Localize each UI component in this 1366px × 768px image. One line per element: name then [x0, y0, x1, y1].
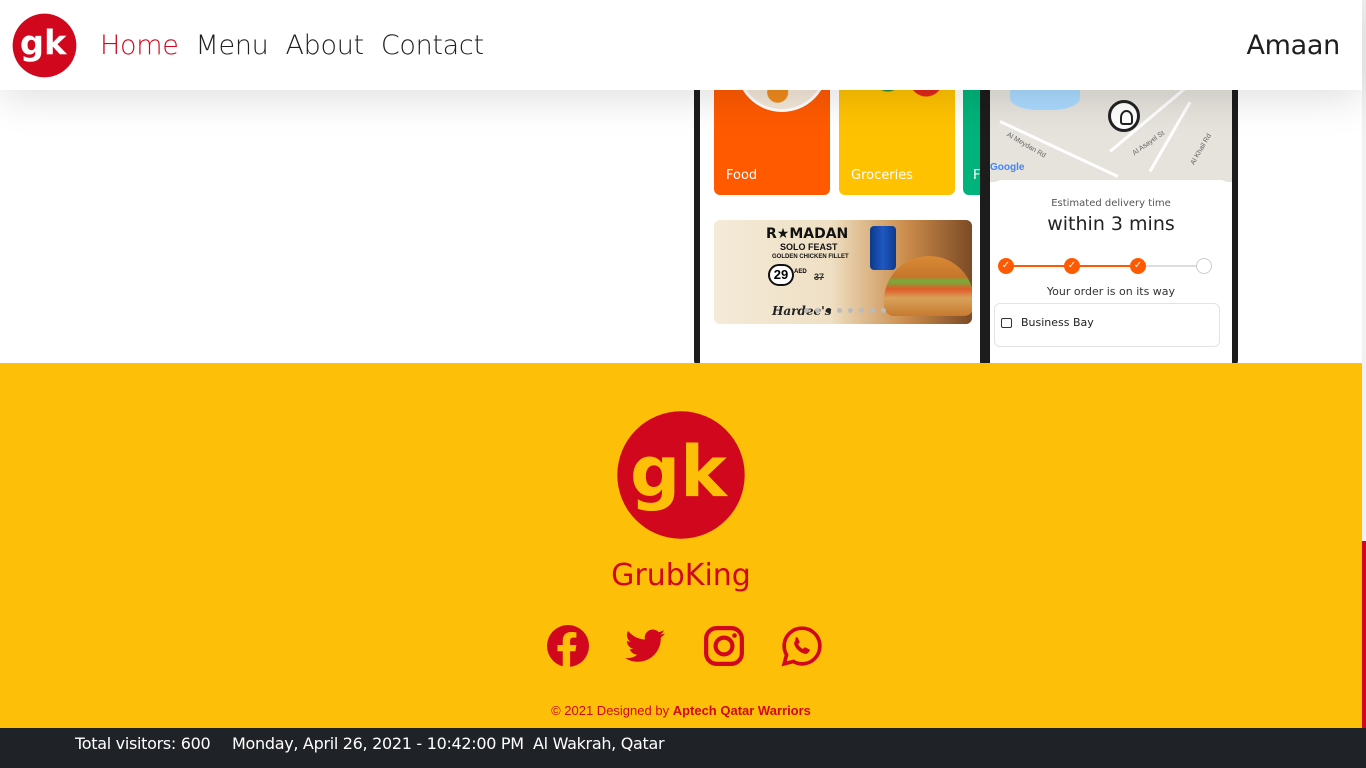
phone-mockup-home: Food Groceries F R★MADAN SOLO FEAST GOLD… — [694, 90, 986, 363]
grubking-logo[interactable]: gk — [12, 13, 77, 78]
progress-step-done-icon: ✓ — [1064, 258, 1080, 274]
nav-link-contact[interactable]: Contact — [381, 30, 484, 62]
tile-label-groceries: Groceries — [851, 168, 913, 183]
address-text: Business Bay — [1021, 316, 1094, 329]
status-bar: Total visitors: 600 Monday, April 26, 20… — [0, 728, 1366, 768]
category-tile-groceries: Groceries — [839, 90, 955, 195]
carousel-dot[interactable] — [859, 308, 864, 313]
facebook-icon[interactable] — [547, 625, 589, 667]
banner-price-unit: AED — [794, 269, 807, 275]
nav-links: Home Menu About Contact — [100, 30, 484, 62]
nav-link-home[interactable]: Home — [100, 30, 179, 62]
order-status: Your order is on its way — [1046, 285, 1176, 298]
carousel-dot[interactable] — [804, 308, 809, 313]
footer: gk GrubKing © 2021 Designed by Aptech Qa… — [0, 363, 1362, 728]
map-pin-icon — [1108, 100, 1140, 132]
carousel-dot[interactable] — [870, 308, 875, 313]
carousel-dot-active[interactable] — [826, 308, 831, 313]
progress-step-done-icon: ✓ — [1130, 258, 1146, 274]
map-label: Al Khail Rd — [1189, 132, 1214, 167]
banner-subtitle: SOLO FEAST — [780, 242, 838, 252]
instagram-icon[interactable] — [703, 625, 745, 667]
delivery-map: Al Meydan Rd Al Asayel St Al Khail Rd Go… — [990, 90, 1232, 182]
food-bowl-image — [736, 90, 828, 112]
category-tile-food: Food — [714, 90, 830, 195]
svg-text:gk: gk — [630, 431, 729, 513]
carousel-dot[interactable] — [837, 308, 842, 313]
twitter-icon[interactable] — [625, 625, 667, 667]
carousel-dot[interactable] — [881, 308, 886, 313]
estimate-label: Estimated delivery time — [1051, 198, 1171, 209]
banner-title: R★MADAN — [766, 226, 849, 242]
social-links — [547, 625, 823, 667]
copyright-prefix: © 2021 Designed by — [551, 703, 673, 718]
soda-can-image — [870, 226, 896, 270]
progress-line-pending — [1138, 265, 1204, 267]
category-tile-third: F — [963, 90, 980, 195]
carousel-dots — [804, 308, 886, 313]
phone-screen-tracking: Al Meydan Rd Al Asayel St Al Khail Rd Go… — [990, 90, 1232, 363]
burger-image — [884, 256, 972, 316]
scrollbar-thumb[interactable] — [1362, 541, 1366, 728]
current-datetime: Monday, April 26, 2021 - 10:42:00 PM — [232, 734, 524, 753]
hero-section: Food Groceries F R★MADAN SOLO FEAST GOLD… — [0, 90, 1362, 363]
calendar-icon — [1001, 318, 1012, 328]
estimate-value: within 3 mins — [1047, 213, 1175, 235]
whatsapp-icon[interactable] — [781, 625, 823, 667]
svg-text:gk: gk — [20, 24, 68, 63]
nav-link-menu[interactable]: Menu — [196, 30, 269, 62]
progress-step-done-icon: ✓ — [998, 258, 1014, 274]
current-location: Al Wakrah, Qatar — [533, 734, 665, 753]
banner-old-price: 37 — [814, 272, 825, 282]
carousel-dot[interactable] — [848, 308, 853, 313]
copyright-team-link[interactable]: Aptech Qatar Warriors — [673, 703, 811, 718]
phone-mockup-tracking: Al Meydan Rd Al Asayel St Al Khail Rd Go… — [984, 90, 1238, 363]
nav-link-about[interactable]: About — [285, 30, 364, 62]
google-attribution: Google — [990, 162, 1025, 173]
order-progress: ✓ ✓ ✓ — [998, 256, 1212, 276]
phone-screen-home: Food Groceries F R★MADAN SOLO FEAST GOLD… — [700, 90, 980, 363]
tile-label-third: F — [973, 168, 980, 183]
carousel-dot[interactable] — [815, 308, 820, 313]
banner-subtitle-2: GOLDEN CHICKEN FILLET — [772, 254, 849, 260]
map-water — [1010, 90, 1080, 110]
copyright: © 2021 Designed by Aptech Qatar Warriors — [0, 703, 1362, 718]
delivery-info-card: Estimated delivery time within 3 mins ✓ … — [990, 180, 1232, 320]
vegetables-image — [859, 90, 955, 100]
tile-label-food: Food — [726, 168, 758, 183]
navbar: gk Home Menu About Contact Amaan — [0, 0, 1362, 90]
banner-price: 29 — [768, 264, 794, 286]
page-scrollbar[interactable] — [1362, 0, 1366, 728]
progress-step-pending-icon — [1196, 258, 1212, 274]
footer-logo[interactable]: gk — [616, 410, 746, 540]
footer-brand-name: GrubKing — [611, 558, 751, 593]
user-name[interactable]: Amaan — [1247, 30, 1341, 62]
visitor-count: Total visitors: 600 — [75, 734, 211, 753]
delivery-address: Business Bay — [994, 303, 1220, 347]
